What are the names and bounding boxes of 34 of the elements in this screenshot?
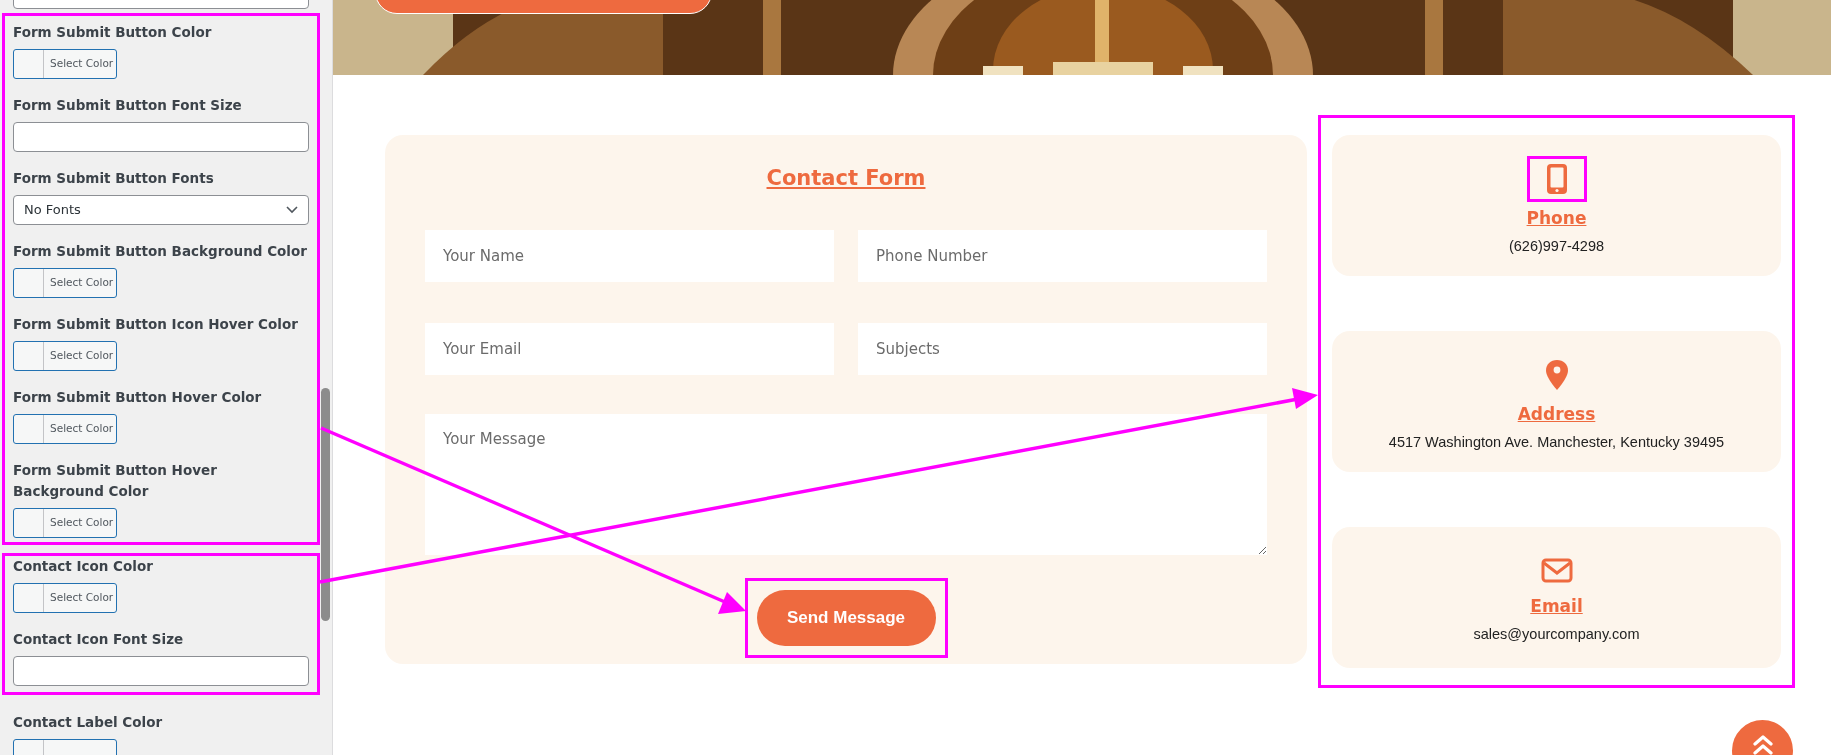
chevron-down-icon	[286, 206, 298, 214]
message-field[interactable]: Your Message	[425, 414, 1267, 555]
phone-icon	[1545, 162, 1568, 195]
text-input-field[interactable]	[13, 656, 309, 686]
field-label: Contact Icon Color	[13, 557, 154, 576]
field-label: Form Submit Button Hover Color	[13, 388, 263, 407]
text-input-field[interactable]: Your Email	[425, 323, 834, 375]
text-input-field[interactable]	[13, 122, 309, 152]
contact-value: sales@yourcompany.com	[1473, 625, 1640, 644]
field-label: Form Submit Button Color	[13, 23, 213, 42]
color-picker-button[interactable]: Select Color	[13, 49, 117, 79]
color-picker-button[interactable]: Select Color	[13, 583, 117, 613]
color-picker-button[interactable]: Select Color	[13, 268, 117, 298]
field-label: Form Submit Button Fonts	[13, 169, 215, 188]
scrollbar-thumb[interactable]	[321, 388, 330, 621]
field-label: Form Submit Button Background Color	[13, 242, 308, 261]
field-label: Contact Icon Font Size	[13, 630, 185, 649]
color-picker-button[interactable]: Select Color	[13, 414, 117, 444]
field-label: Contact Label Color	[13, 713, 164, 732]
map-pin-icon	[1544, 358, 1569, 391]
field-label: Form Submit Button Font Size	[13, 96, 243, 115]
contact-value: 4517 Washington Ave. Manchester, Kentucky 39495	[1388, 432, 1725, 452]
contact-value: (626)997-4298	[1508, 236, 1605, 256]
text-input-field[interactable]: Subjects	[858, 323, 1267, 375]
field-label: Form Submit Button Hover Background Color	[13, 461, 218, 501]
envelope-icon	[1540, 558, 1573, 583]
double-chevron-up-icon	[1751, 734, 1774, 755]
field-label: Form Submit Button Icon Hover Color	[13, 315, 299, 334]
font-select[interactable]: No Fonts	[13, 195, 309, 225]
text-input-field[interactable]: Your Name	[425, 230, 834, 282]
color-picker-button[interactable]: Select Color	[13, 341, 117, 371]
color-picker-button[interactable]: Select Color	[13, 508, 117, 538]
form-title: Contact Form	[765, 165, 927, 192]
text-input-field[interactable]: Phone Number	[858, 230, 1267, 282]
